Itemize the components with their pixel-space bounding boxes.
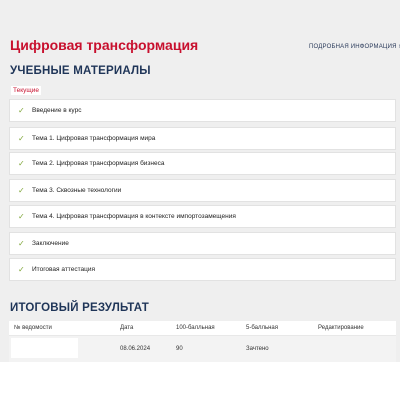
materials-heading: УЧЕБНЫЕ МАТЕРИАЛЫ [10, 65, 151, 77]
material-item-topic-1[interactable]: ✓ Тема 1. Цифровая трансформация мира [9, 127, 396, 150]
result-score5: Зачтено [246, 346, 269, 352]
material-item-label: Тема 2. Цифровая трансформация бизнеса [32, 160, 165, 167]
check-icon: ✓ [18, 264, 25, 274]
check-icon: ✓ [18, 238, 25, 248]
material-item-conclusion[interactable]: ✓ Заключение [9, 232, 396, 255]
material-item-label: Тема 3. Сквозные технологии [32, 187, 122, 194]
material-item-label: Введение в курс [32, 107, 82, 114]
check-icon: ✓ [18, 105, 25, 115]
table-row: 08.06.2024 90 Зачтено [9, 336, 396, 362]
check-icon: ✓ [18, 211, 25, 221]
col-date: Дата [120, 325, 134, 331]
page-title: Цифровая трансформация [10, 37, 199, 53]
results-table-header: № ведомости Дата 100-балльная 5-балльная… [9, 321, 396, 336]
results-heading: ИТОГОВЫЙ РЕЗУЛЬТАТ [10, 302, 149, 314]
col-score5: 5-балльная [246, 325, 278, 331]
col-edit: Редактирование [318, 325, 364, 331]
material-item-topic-2[interactable]: ✓ Тема 2. Цифровая трансформация бизнеса [9, 152, 396, 175]
check-icon: ✓ [18, 133, 25, 143]
check-icon: ✓ [18, 185, 25, 195]
more-info-label: ПОДРОБНАЯ ИНФОРМАЦИЯ [309, 44, 397, 50]
material-item-label: Тема 1. Цифровая трансформация мира [32, 135, 156, 142]
check-icon: ✓ [18, 158, 25, 168]
material-item-label: Итоговая аттестация [32, 266, 95, 273]
current-tab[interactable]: Текущие [11, 86, 41, 95]
result-date: 08.06.2024 [120, 346, 151, 352]
material-item-topic-3[interactable]: ✓ Тема 3. Сквозные технологии [9, 179, 396, 202]
material-item-label: Заключение [32, 240, 69, 247]
material-item-final-exam[interactable]: ✓ Итоговая аттестация [9, 258, 396, 281]
result-score100: 90 [176, 346, 183, 352]
col-statement: № ведомости [14, 325, 52, 331]
material-item-intro[interactable]: ✓ Введение в курс [9, 99, 396, 122]
statement-cell [11, 338, 78, 358]
content-panel: Цифровая трансформация ПОДРОБНАЯ ИНФОРМА… [0, 0, 400, 362]
col-score100: 100-балльная [176, 325, 215, 331]
material-item-topic-4[interactable]: ✓ Тема 4. Цифровая трансформация в конте… [9, 205, 396, 228]
material-item-label: Тема 4. Цифровая трансформация в контекс… [32, 213, 236, 220]
more-info-link[interactable]: ПОДРОБНАЯ ИНФОРМАЦИЯ› [309, 43, 400, 50]
